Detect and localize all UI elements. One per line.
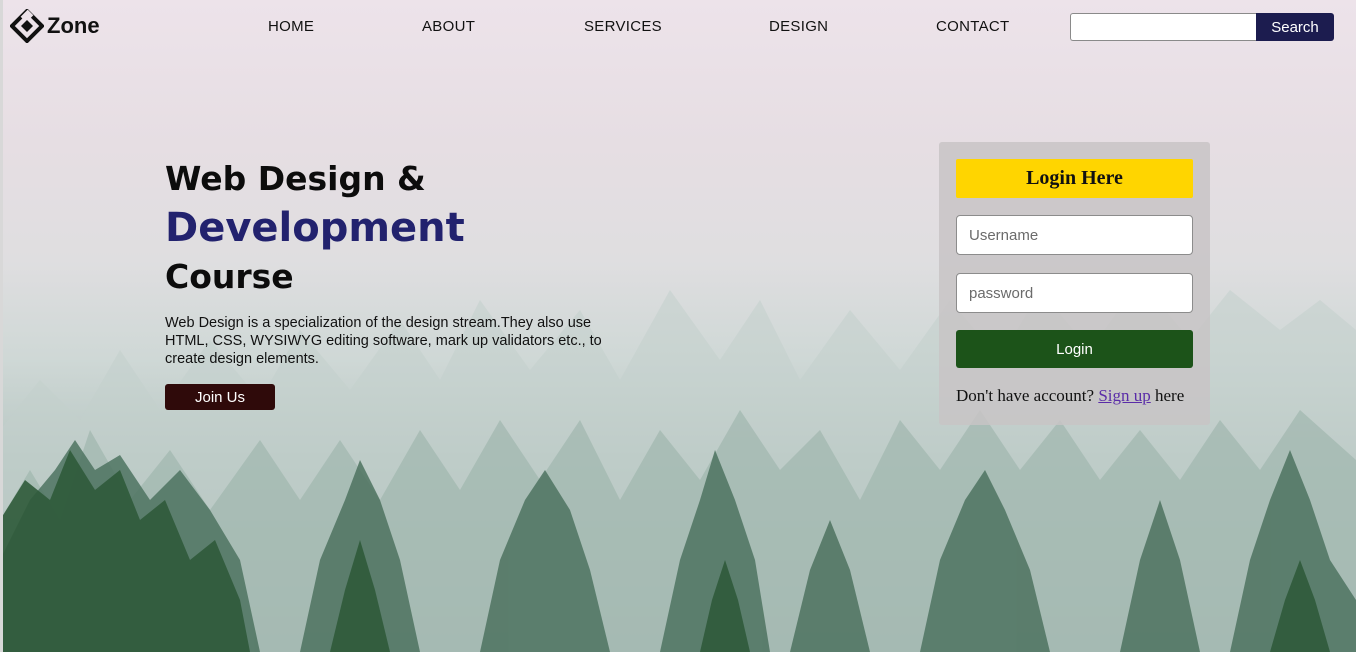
search-input[interactable] — [1070, 13, 1256, 41]
brand-name: Zone — [47, 13, 100, 38]
window-edge — [0, 0, 3, 652]
hero-description: Web Design is a specialization of the de… — [165, 315, 602, 367]
hero-title-line1: Web Design & — [165, 159, 426, 198]
hero-title-line2: Development — [165, 205, 465, 251]
signup-prefix: Don't have account? — [956, 386, 1095, 405]
nav-about[interactable]: ABOUT — [422, 18, 475, 35]
search-bar: Search — [1070, 13, 1334, 41]
nav-design[interactable]: DESIGN — [769, 18, 828, 35]
login-button[interactable]: Login — [956, 330, 1193, 368]
hero-title-line3: Course — [165, 257, 294, 296]
signup-suffix: here — [1155, 386, 1185, 405]
password-field[interactable] — [956, 273, 1193, 313]
hero-section: Web Design & Development Course Web Desi… — [165, 158, 645, 410]
login-title: Login Here — [956, 159, 1193, 198]
signup-link[interactable]: Sign up — [1098, 386, 1150, 405]
nav-services[interactable]: SERVICES — [584, 18, 662, 35]
nav-contact[interactable]: CONTACT — [936, 18, 1009, 35]
search-button[interactable]: Search — [1256, 13, 1334, 41]
top-navigation: Zone HOME ABOUT SERVICES DESIGN CONTACT … — [0, 0, 1356, 56]
brand-logo[interactable]: Zone — [10, 9, 100, 43]
nav-home[interactable]: HOME — [268, 18, 314, 35]
login-form: Login Here Login Don't have account? Sig… — [939, 142, 1210, 425]
signup-prompt: Don't have account? Sign up here — [956, 386, 1196, 406]
username-field[interactable] — [956, 215, 1193, 255]
landing-page: Zone HOME ABOUT SERVICES DESIGN CONTACT … — [0, 0, 1356, 652]
diamond-logo-icon — [10, 9, 44, 43]
join-us-button[interactable]: Join Us — [165, 384, 275, 410]
